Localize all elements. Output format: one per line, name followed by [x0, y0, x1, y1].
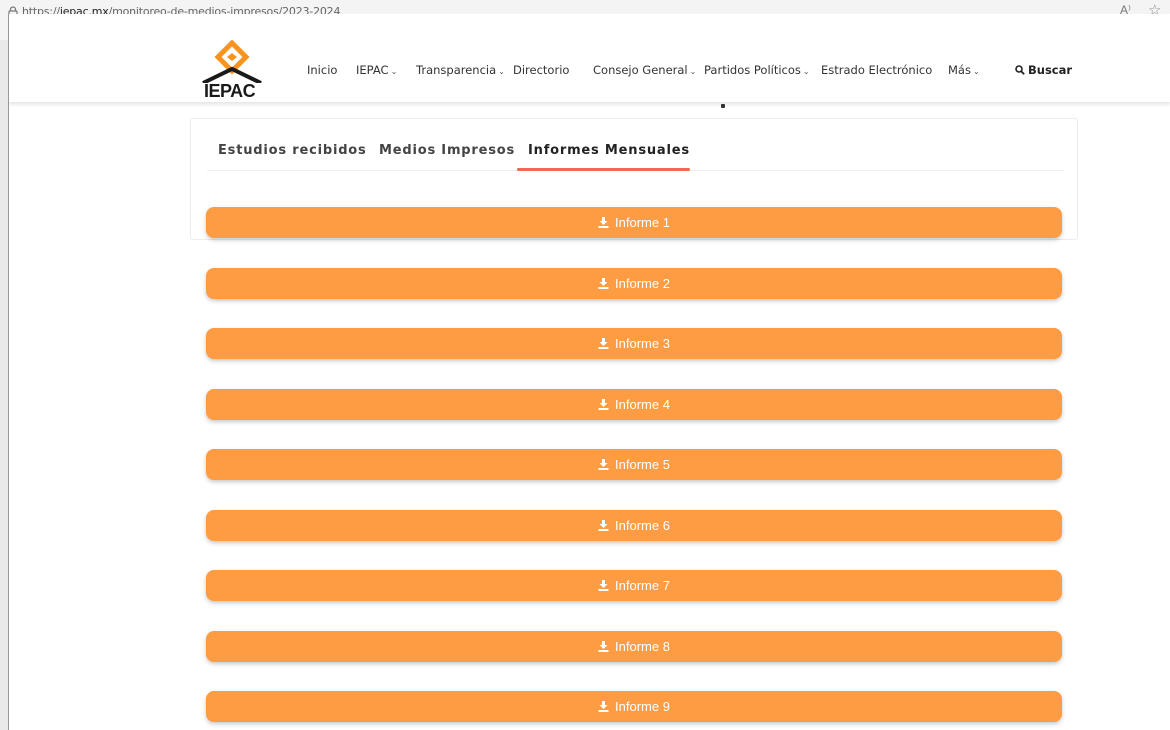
nav-item-estrado-electronico[interactable]: Estrado Electrónico: [821, 63, 932, 77]
logo-text: IEPAC: [204, 81, 256, 101]
download-icon: [598, 278, 609, 289]
chevron-down-icon: ⌄: [689, 67, 697, 76]
informe-label: Informe 4: [615, 397, 670, 412]
download-icon: [598, 338, 609, 349]
informe-download-button[interactable]: Informe 4: [206, 389, 1062, 420]
informe-label: Informe 8: [615, 639, 670, 654]
site-header: IEPAC Inicio IEPAC ⌄ Transparencia ⌄ Direc…: [9, 14, 1170, 102]
download-icon: [598, 580, 609, 591]
tab-estudios-recibidos[interactable]: Estudios recibidos: [218, 143, 367, 158]
nav-item-consejo-general[interactable]: Consejo General ⌄: [593, 63, 696, 77]
search-icon: [1015, 65, 1025, 75]
nav-item-transparencia[interactable]: Transparencia ⌄: [416, 63, 505, 77]
nav-item-inicio[interactable]: Inicio: [307, 63, 337, 77]
nav-item-mas[interactable]: Más ⌄: [948, 63, 980, 77]
heading-fragment: [721, 104, 725, 108]
nav-item-iepac[interactable]: IEPAC ⌄: [356, 63, 397, 77]
download-icon: [598, 701, 609, 712]
nav-item-directorio[interactable]: Directorio: [513, 63, 569, 77]
download-icon: [598, 520, 609, 531]
informe-download-button[interactable]: Informe 3: [206, 328, 1062, 359]
informe-download-button[interactable]: Informe 9: [206, 691, 1062, 722]
active-tab-indicator: [517, 168, 690, 171]
chevron-down-icon: ⌄: [972, 67, 980, 76]
informe-download-button[interactable]: Informe 6: [206, 510, 1062, 541]
informe-download-button[interactable]: Informe 8: [206, 631, 1062, 662]
informe-label: Informe 6: [615, 518, 670, 533]
informe-label: Informe 7: [615, 578, 670, 593]
informe-download-button[interactable]: Informe 2: [206, 268, 1062, 299]
chevron-down-icon: ⌄: [498, 67, 505, 76]
informe-label: Informe 1: [615, 215, 670, 230]
page-viewport: IEPAC Inicio IEPAC ⌄ Transparencia ⌄ Direc…: [8, 14, 1170, 730]
informe-download-button[interactable]: Informe 7: [206, 570, 1062, 601]
tab-medios-impresos[interactable]: Medios Impresos: [379, 143, 515, 158]
informe-download-button[interactable]: Informe 5: [206, 449, 1062, 480]
tab-informes-mensuales[interactable]: Informes Mensuales: [528, 143, 690, 158]
download-icon: [598, 399, 609, 410]
informe-label: Informe 9: [615, 699, 670, 714]
download-icon: [598, 641, 609, 652]
informe-label: Informe 2: [615, 276, 670, 291]
informe-download-button[interactable]: Informe 1: [206, 207, 1062, 238]
informe-label: Informe 3: [615, 336, 670, 351]
nav-item-partidos-politicos[interactable]: Partidos Políticos ⌄: [704, 63, 810, 77]
tab-bar: Estudios recibidos Medios Impresos Infor…: [207, 143, 1064, 171]
download-icon: [598, 217, 609, 228]
search-button[interactable]: Buscar: [1015, 63, 1072, 77]
iepac-logo[interactable]: IEPAC: [199, 39, 265, 101]
chevron-down-icon: ⌄: [390, 67, 398, 76]
informe-label: Informe 5: [615, 457, 670, 472]
chevron-down-icon: ⌄: [802, 67, 810, 76]
download-icon: [598, 459, 609, 470]
logo-mark-icon: [202, 39, 262, 85]
